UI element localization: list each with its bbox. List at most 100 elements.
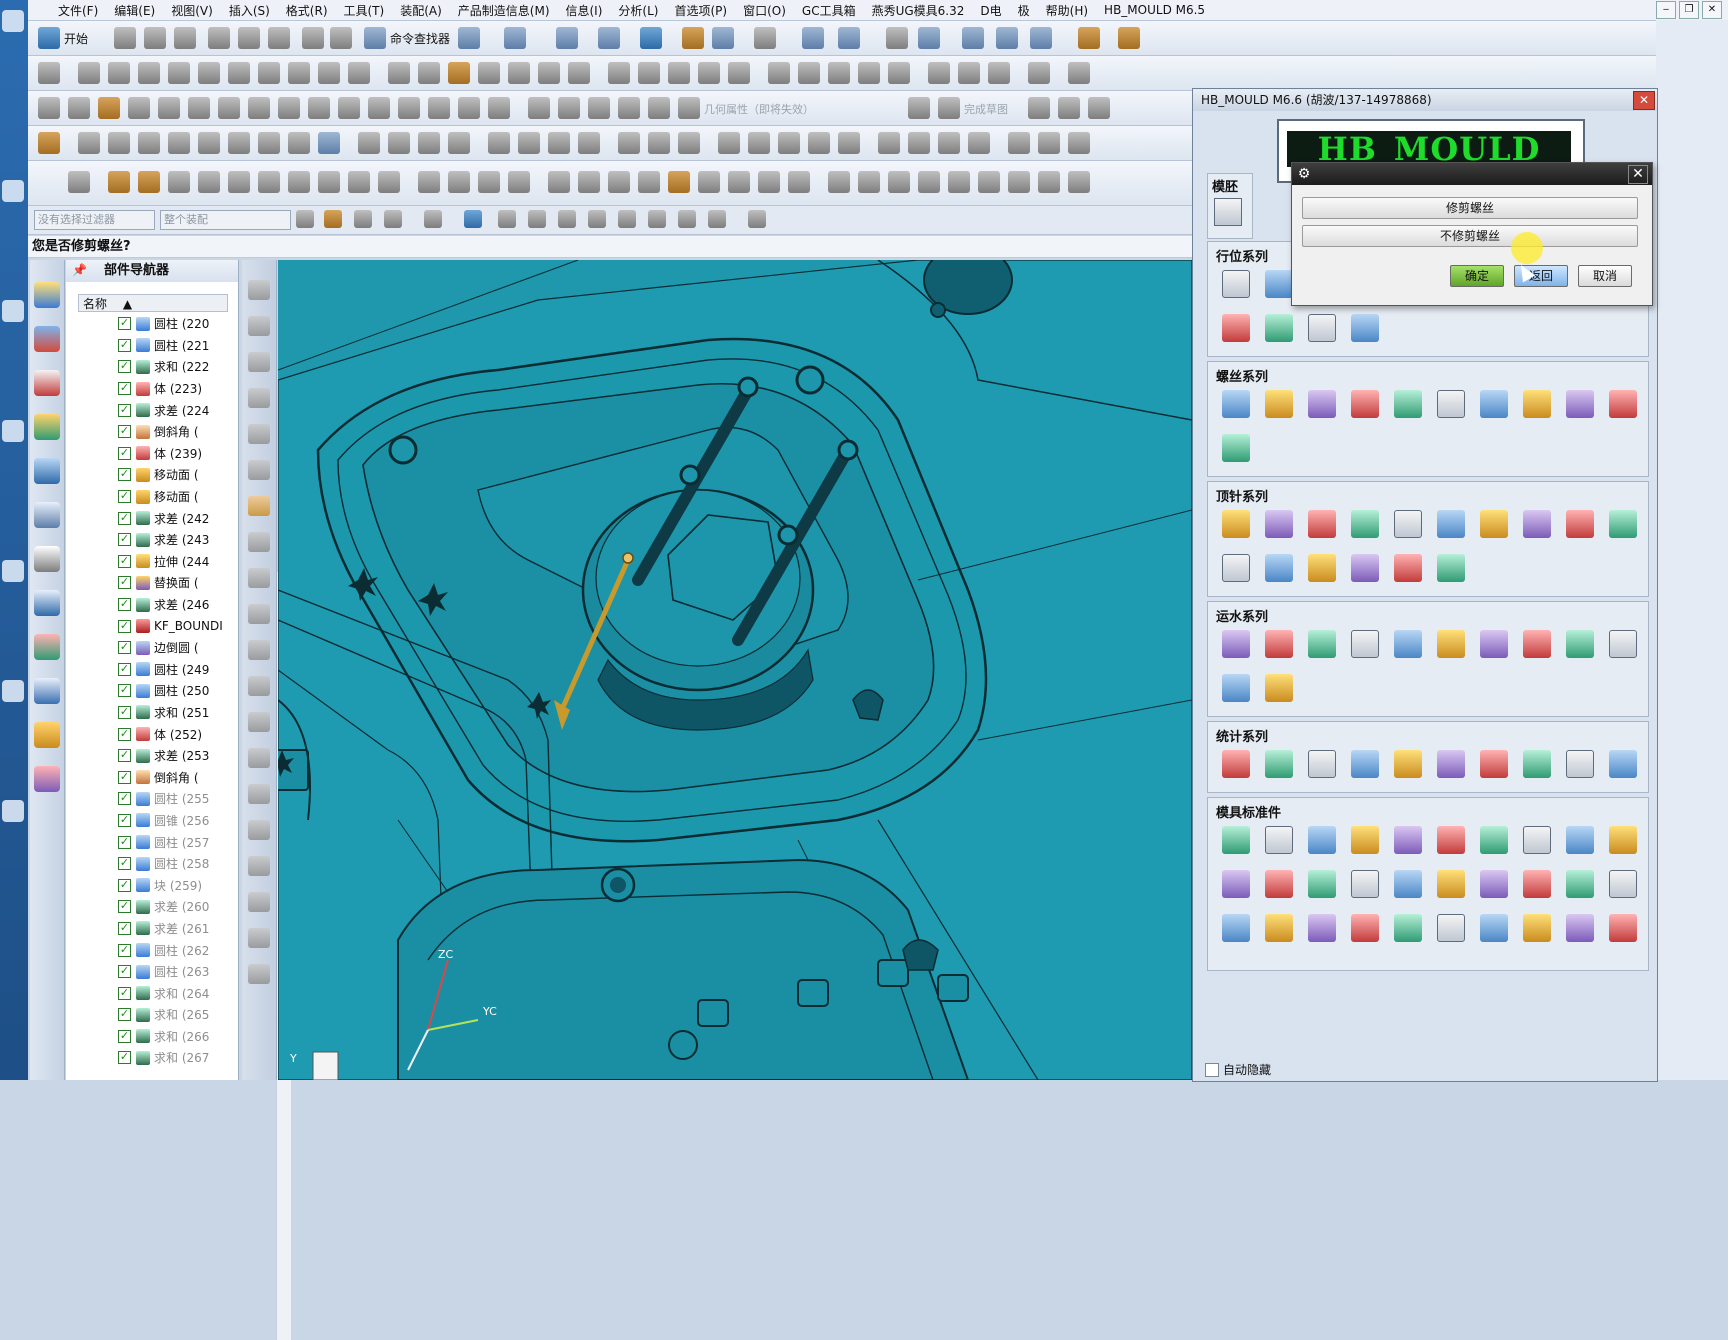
toolbar-icon[interactable]: [248, 352, 270, 372]
toolbar-icon[interactable]: [668, 62, 690, 84]
toolbar-icon[interactable]: [678, 132, 700, 154]
visibility-checkbox[interactable]: ✓: [118, 533, 131, 547]
visibility-checkbox[interactable]: ✓: [118, 1029, 131, 1043]
toolbar-icon[interactable]: [248, 964, 270, 984]
tool-button-icon[interactable]: [1222, 674, 1250, 702]
visibility-checkbox[interactable]: ✓: [118, 619, 131, 633]
tool-button-icon[interactable]: [1523, 870, 1551, 898]
undo-icon[interactable]: [302, 27, 324, 49]
shaded-icon[interactable]: [640, 27, 662, 49]
toolbar-icon[interactable]: [908, 132, 930, 154]
toolbar-icon[interactable]: [918, 27, 940, 49]
visibility-checkbox[interactable]: ✓: [118, 576, 131, 590]
toolbar-icon[interactable]: [518, 132, 540, 154]
toolbar-icon[interactable]: [948, 171, 970, 193]
toolbar-icon[interactable]: [958, 62, 980, 84]
visibility-checkbox[interactable]: ✓: [118, 446, 131, 460]
toolbar-icon[interactable]: [578, 171, 600, 193]
toolbar-icon[interactable]: [448, 62, 470, 84]
no-trim-screw-option[interactable]: 不修剪螺丝: [1302, 225, 1638, 247]
toolbar-icon[interactable]: [778, 132, 800, 154]
tree-row[interactable]: ✓ 圆柱 (262: [66, 939, 238, 961]
toolbar-icon[interactable]: [858, 171, 880, 193]
tool-button-icon[interactable]: [1566, 870, 1594, 898]
toolbar-icon[interactable]: [568, 62, 590, 84]
new-icon[interactable]: [114, 27, 136, 49]
selection-icon[interactable]: [296, 210, 314, 228]
visibility-checkbox[interactable]: ✓: [118, 835, 131, 849]
selection-icon[interactable]: [384, 210, 402, 228]
visibility-checkbox[interactable]: ✓: [118, 986, 131, 1000]
toolbar-icon[interactable]: [318, 132, 340, 154]
toolbar-icon[interactable]: [248, 532, 270, 552]
toolbar-icon[interactable]: [478, 171, 500, 193]
snap-point-icon[interactable]: [678, 210, 696, 228]
autohide-toggle[interactable]: 自动隐藏: [1205, 1061, 1271, 1078]
toolbar-icon[interactable]: [928, 62, 950, 84]
tool-button-icon[interactable]: [1480, 914, 1508, 942]
graphics-window[interactable]: ZC YC Y: [278, 260, 1192, 1080]
visibility-checkbox[interactable]: ✓: [118, 382, 131, 396]
tool-button-icon[interactable]: [1222, 750, 1250, 778]
toolbar-icon[interactable]: [968, 132, 990, 154]
tool-button-icon[interactable]: [1308, 510, 1336, 538]
tree-row[interactable]: ✓ 体 (252): [66, 723, 238, 745]
tool-button-icon[interactable]: [1222, 914, 1250, 942]
toolbar-icon[interactable]: [318, 171, 340, 193]
pin-icon[interactable]: 📌: [72, 263, 87, 277]
toolbar-icon[interactable]: [638, 171, 660, 193]
visibility-checkbox[interactable]: ✓: [118, 921, 131, 935]
toolbar-icon[interactable]: [1068, 171, 1090, 193]
tool-button-icon[interactable]: [1437, 630, 1465, 658]
visibility-checkbox[interactable]: ✓: [118, 403, 131, 417]
ok-button[interactable]: 确定: [1450, 265, 1504, 287]
toolbar-icon[interactable]: [478, 62, 500, 84]
tool-button-icon[interactable]: [1351, 630, 1379, 658]
finish-sketch-button[interactable]: 完成草图: [964, 101, 1008, 117]
toolbar-icon[interactable]: [886, 27, 908, 49]
toolbar-icon[interactable]: [698, 171, 720, 193]
tool-button-icon[interactable]: [1222, 554, 1250, 582]
selection-icon[interactable]: [464, 210, 482, 228]
toolbar-icon[interactable]: [248, 856, 270, 876]
snap-point-icon[interactable]: [748, 210, 766, 228]
toolbar-icon[interactable]: [248, 784, 270, 804]
tree-row[interactable]: ✓ 倒斜角 (: [66, 766, 238, 788]
toolbar-icon[interactable]: [608, 62, 630, 84]
snap-point-icon[interactable]: [708, 210, 726, 228]
toolbar-icon[interactable]: [288, 171, 310, 193]
toolbar-icon[interactable]: [548, 171, 570, 193]
redo-icon[interactable]: [330, 27, 352, 49]
hb-mould-close-button[interactable]: ✕: [1633, 91, 1655, 110]
palette-icon[interactable]: [34, 634, 60, 660]
toolbar-icon[interactable]: [798, 62, 820, 84]
visibility-checkbox[interactable]: ✓: [118, 641, 131, 655]
toolbar-icon[interactable]: [918, 171, 940, 193]
visibility-checkbox[interactable]: ✓: [118, 900, 131, 914]
toolbar-icon[interactable]: [258, 171, 280, 193]
toolbar-icon[interactable]: [988, 62, 1010, 84]
tool-button-icon[interactable]: [1609, 914, 1637, 942]
assembly-scope-dropdown[interactable]: 整个装配: [160, 210, 291, 230]
toolbar-icon[interactable]: [558, 97, 580, 119]
tool-button-icon[interactable]: [1265, 750, 1293, 778]
toolbar-icon[interactable]: [338, 97, 360, 119]
tool-button-icon[interactable]: [1265, 914, 1293, 942]
history-icon[interactable]: [34, 502, 60, 528]
geom-props-icon[interactable]: [678, 97, 700, 119]
tree-row[interactable]: ✓ 求和 (266: [66, 1026, 238, 1048]
toolbar-icon[interactable]: [248, 97, 270, 119]
toolbar-icon[interactable]: [458, 27, 480, 49]
visibility-checkbox[interactable]: ✓: [118, 684, 131, 698]
toolbar-icon[interactable]: [878, 132, 900, 154]
tool-button-icon[interactable]: [1394, 554, 1422, 582]
line-icon[interactable]: [38, 97, 60, 119]
tree-row[interactable]: ✓ 替换面 (: [66, 572, 238, 594]
toolbar-icon[interactable]: [448, 171, 470, 193]
toolbar-icon[interactable]: [458, 97, 480, 119]
toolbar-icon[interactable]: [748, 132, 770, 154]
toolbar-icon[interactable]: [648, 132, 670, 154]
tool-button-icon[interactable]: [1609, 826, 1637, 854]
tree-row[interactable]: ✓ 求差 (253: [66, 745, 238, 767]
tool-button-icon[interactable]: [1566, 390, 1594, 418]
